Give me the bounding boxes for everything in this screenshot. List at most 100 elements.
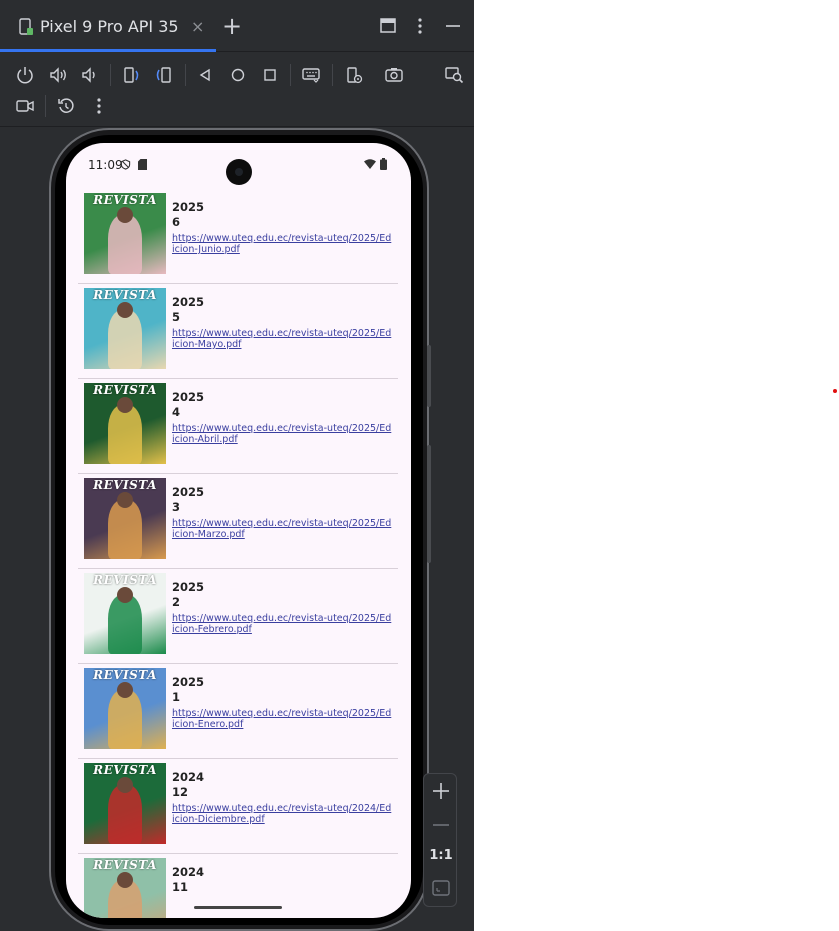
toolbar-separator	[45, 95, 46, 117]
edition-year: 2025	[172, 580, 205, 594]
screenshot-icon[interactable]	[381, 62, 407, 88]
zoom-out-icon[interactable]	[430, 814, 452, 836]
cover-thumbnail: REVISTA	[84, 763, 166, 844]
cover-photo-detail	[117, 682, 133, 698]
zoom-controls: 1:1	[423, 773, 457, 907]
cover-photo	[108, 785, 142, 844]
cover-photo	[108, 500, 142, 559]
cover-photo	[108, 215, 142, 274]
emulator-panel: Pixel 9 Pro API 35 × + 11:09 REVISTA 202…	[0, 0, 474, 931]
cover-photo-detail	[117, 302, 133, 318]
cursor-marker	[833, 389, 837, 393]
toolbar-separator	[110, 64, 111, 86]
toolbar-separator	[332, 64, 333, 86]
tab-title: Pixel 9 Pro API 35	[40, 17, 179, 36]
power-icon[interactable]	[12, 62, 38, 88]
edition-number: 3	[172, 500, 181, 514]
home-indicator[interactable]	[194, 906, 282, 909]
edition-pdf-link[interactable]: https://www.uteq.edu.ec/revista-uteq/202…	[172, 328, 392, 350]
edition-pdf-link[interactable]: https://www.uteq.edu.ec/revista-uteq/202…	[172, 708, 392, 730]
edition-number: 5	[172, 310, 181, 324]
edition-number: 11	[172, 880, 189, 894]
cover-masthead: REVISTA	[93, 478, 157, 492]
rotate-left-icon[interactable]	[118, 62, 144, 88]
edition-year: 2025	[172, 390, 205, 404]
edition-year: 2024	[172, 865, 205, 879]
toolbar-separator	[290, 64, 291, 86]
minimize-icon[interactable]	[443, 16, 463, 36]
volume-side-button[interactable]	[427, 445, 431, 563]
cover-photo-detail	[117, 872, 133, 888]
cover-thumbnail: REVISTA	[84, 668, 166, 749]
overview-icon[interactable]	[257, 62, 283, 88]
edition-pdf-link[interactable]: https://www.uteq.edu.ec/revista-uteq/202…	[172, 518, 392, 540]
keyboard-icon[interactable]	[298, 62, 324, 88]
reset-icon[interactable]	[53, 93, 79, 119]
power-side-button[interactable]	[427, 345, 431, 407]
list-item[interactable]: REVISTA 2025 1 https://www.uteq.edu.ec/revi…	[78, 664, 398, 759]
tab-close-icon[interactable]: ×	[191, 19, 204, 35]
edition-number: 6	[172, 215, 181, 229]
tab-device[interactable]: Pixel 9 Pro API 35 ×	[0, 0, 216, 52]
list-item[interactable]: REVISTA 2025 4 https://www.uteq.edu.ec/revi…	[78, 379, 398, 474]
phone-screen[interactable]: 11:09 REVISTA 2025 6 https://www.uteq.edu.e…	[66, 143, 411, 918]
toolbar-separator	[185, 64, 186, 86]
list-item[interactable]: REVISTA 2025 3 https://www.uteq.edu.ec/revi…	[78, 474, 398, 569]
edition-year: 2025	[172, 200, 205, 214]
battery-icon	[380, 158, 387, 170]
home-icon[interactable]	[225, 62, 251, 88]
list-item[interactable]: REVISTA 2025 6 https://www.uteq.edu.ec/revi…	[78, 189, 398, 284]
edition-pdf-link[interactable]: https://www.uteq.edu.ec/revista-uteq/202…	[172, 613, 392, 635]
wifi-icon	[364, 159, 376, 169]
zoom-to-fit-icon[interactable]	[432, 880, 450, 896]
device-settings-icon[interactable]	[341, 62, 367, 88]
cover-masthead: REVISTA	[93, 858, 157, 872]
edition-number: 2	[172, 595, 181, 609]
restore-icon[interactable]	[378, 16, 398, 36]
add-tab-icon[interactable]: +	[222, 14, 242, 38]
front-camera	[226, 159, 252, 185]
volume-down-icon[interactable]	[76, 62, 102, 88]
edition-pdf-link[interactable]: https://www.uteq.edu.ec/revista-uteq/202…	[172, 803, 392, 825]
more-vert-icon[interactable]	[410, 16, 430, 36]
cover-masthead: REVISTA	[93, 288, 157, 302]
cover-thumbnail: REVISTA	[84, 573, 166, 654]
cover-masthead: REVISTA	[93, 763, 157, 777]
list-item[interactable]: REVISTA 2024 12 https://www.uteq.edu.ec/rev…	[78, 759, 398, 854]
volume-up-icon[interactable]	[45, 62, 71, 88]
tab-active-indicator	[0, 49, 216, 52]
edition-pdf-link[interactable]: https://www.uteq.edu.ec/revista-uteq/202…	[172, 423, 392, 445]
edition-year: 2024	[172, 770, 205, 784]
more-vert-icon[interactable]	[86, 93, 112, 119]
edition-year: 2025	[172, 485, 205, 499]
zoom-actual-size-button[interactable]: 1:1	[424, 848, 458, 863]
cover-photo-detail	[117, 207, 133, 223]
cover-masthead: REVISTA	[93, 193, 157, 207]
cover-masthead: REVISTA	[93, 668, 157, 682]
rotate-right-icon[interactable]	[151, 62, 177, 88]
cover-photo-detail	[117, 397, 133, 413]
device-icon	[19, 18, 33, 35]
list-item[interactable]: REVISTA 2025 2 https://www.uteq.edu.ec/revi…	[78, 569, 398, 664]
do-not-disturb-icon	[120, 159, 131, 170]
back-icon[interactable]	[192, 62, 218, 88]
cover-photo	[108, 310, 142, 369]
cover-photo-detail	[117, 492, 133, 508]
edition-year: 2025	[172, 295, 205, 309]
edition-list[interactable]: REVISTA 2025 6 https://www.uteq.edu.ec/revi…	[78, 189, 398, 918]
cover-photo	[108, 595, 142, 654]
screen-zoom-icon[interactable]	[441, 62, 467, 88]
cover-thumbnail: REVISTA	[84, 478, 166, 559]
cover-photo	[108, 690, 142, 749]
emulator-toolbar	[0, 53, 474, 127]
cover-thumbnail: REVISTA	[84, 193, 166, 274]
status-bar: 11:09	[66, 143, 411, 185]
edition-pdf-link[interactable]: https://www.uteq.edu.ec/revista-uteq/202…	[172, 233, 392, 255]
screen-record-icon[interactable]	[12, 93, 38, 119]
cover-thumbnail: REVISTA	[84, 858, 166, 918]
zoom-in-icon[interactable]	[430, 780, 452, 802]
list-item[interactable]: REVISTA 2025 5 https://www.uteq.edu.ec/revi…	[78, 284, 398, 379]
sd-card-icon	[138, 159, 147, 170]
edition-number: 1	[172, 690, 181, 704]
cover-photo	[108, 405, 142, 464]
